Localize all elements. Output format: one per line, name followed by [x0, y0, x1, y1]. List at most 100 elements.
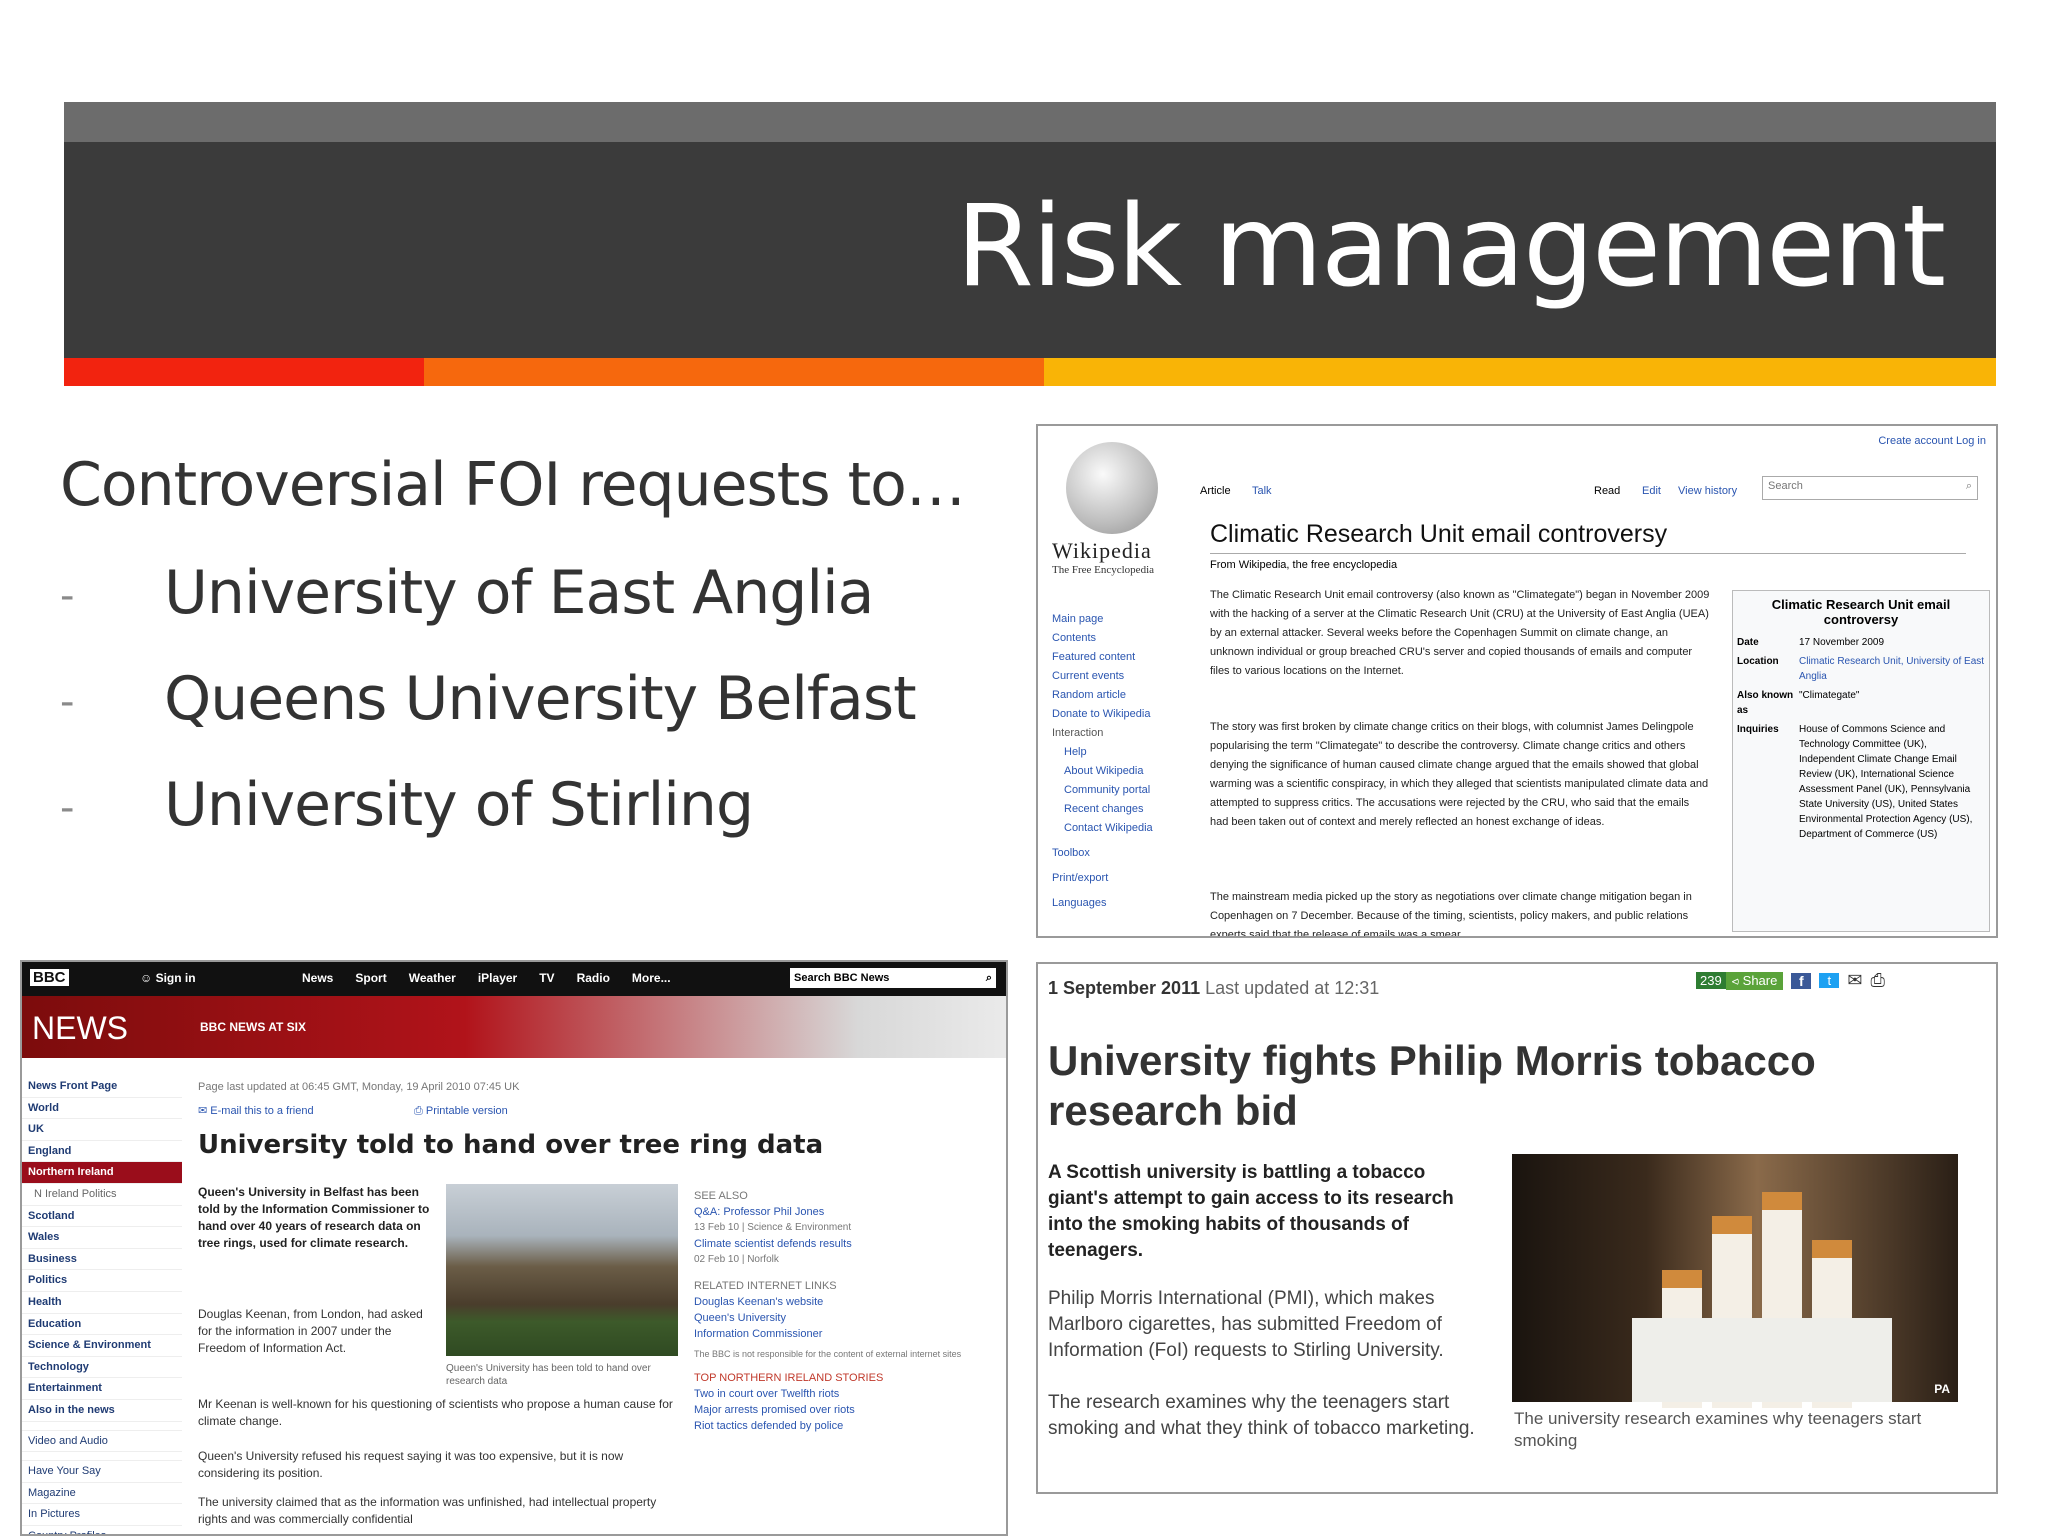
nav-about[interactable]: About Wikipedia: [1052, 762, 1170, 781]
nav-random[interactable]: Random article: [1052, 686, 1170, 705]
account-links[interactable]: Create account Log in: [1878, 434, 1986, 448]
nav-contents[interactable]: Contents: [1052, 629, 1170, 648]
side-nav-item[interactable]: News Front Page: [22, 1076, 182, 1098]
bbc-paragraph: Mr Keenan is well-known for his question…: [198, 1397, 673, 1428]
side-nav-item-selected[interactable]: Northern Ireland: [22, 1162, 182, 1184]
title-banner: Risk management: [64, 142, 1996, 358]
side-nav-item[interactable]: Video and Audio: [22, 1431, 182, 1453]
action-view-history[interactable]: View history: [1678, 484, 1737, 498]
article-paragraph: The Climatic Research Unit email controv…: [1210, 589, 1710, 677]
bullet-dash: -: [60, 573, 74, 620]
share-toolbar: 239 ⪦ Share f t ✉ ⎙: [1696, 970, 1885, 991]
wiki-search-input[interactable]: Search ⌕: [1762, 476, 1978, 500]
side-nav-item[interactable]: Scotland: [22, 1206, 182, 1228]
logo-tagline: The Free Encyclopedia: [1052, 564, 1155, 576]
nav-contact[interactable]: Contact Wikipedia: [1052, 819, 1170, 838]
side-nav-item[interactable]: Science & Environment: [22, 1335, 182, 1357]
facebook-icon[interactable]: f: [1791, 972, 1812, 989]
article-lead: A Scottish university is battling a toba…: [1048, 1162, 1454, 1261]
bullet-item: - Queens University Belfast: [60, 664, 917, 734]
nav-toolbox[interactable]: Toolbox: [1052, 844, 1170, 863]
email-link[interactable]: ✉ E-mail this to a friend: [198, 1104, 314, 1118]
infobox-title: Climatic Research Unit email controversy: [1771, 597, 1951, 627]
side-nav-item[interactable]: Technology: [22, 1357, 182, 1379]
top-story-link[interactable]: Riot tactics defended by police: [694, 1418, 994, 1434]
bbc-search-input[interactable]: Search BBC News ⌕: [790, 968, 996, 988]
news-section-label[interactable]: NEWS: [32, 1010, 128, 1047]
wikipedia-logo[interactable]: Wikipedia The Free Encyclopedia: [1052, 442, 1172, 576]
nav-iplayer[interactable]: iPlayer: [478, 971, 517, 985]
bbc-side-nav: News Front Page World UK England Norther…: [22, 1076, 182, 1534]
side-nav-item[interactable]: England: [22, 1141, 182, 1163]
article-paragraph: The story was first broken by climate ch…: [1210, 721, 1709, 828]
share-button[interactable]: ⪦ Share: [1725, 971, 1784, 990]
top-story-link[interactable]: Major arrests promised over riots: [694, 1402, 994, 1418]
article-paragraph: Philip Morris International (PMI), which…: [1048, 1288, 1444, 1361]
nav-help[interactable]: Help: [1052, 743, 1170, 762]
side-nav-item[interactable]: Entertainment: [22, 1378, 182, 1400]
nav-main-page[interactable]: Main page: [1052, 610, 1170, 629]
article-headline: University fights Philip Morris tobacco …: [1048, 1037, 1816, 1134]
nav-print-export[interactable]: Print/export: [1052, 869, 1170, 888]
side-nav-item[interactable]: Country Profiles: [22, 1526, 182, 1534]
action-read[interactable]: Read: [1594, 484, 1620, 498]
nav-news[interactable]: News: [302, 971, 333, 985]
action-edit[interactable]: Edit: [1642, 484, 1661, 498]
search-placeholder: Search: [1768, 480, 1803, 492]
related-link[interactable]: Information Commissioner: [694, 1326, 994, 1342]
bbc-news-screenshot: BBC ☺ Sign in News Sport Weather iPlayer…: [20, 960, 1008, 1536]
nav-featured[interactable]: Featured content: [1052, 648, 1170, 667]
top-stories-heading: TOP NORTHERN IRELAND STORIES: [694, 1372, 884, 1384]
see-also-box: SEE ALSO Q&A: Professor Phil Jones 13 Fe…: [694, 1188, 994, 1434]
side-nav-item[interactable]: Also in the news: [22, 1400, 182, 1422]
email-icon[interactable]: ✉: [1847, 970, 1862, 991]
banner-top-stripe: [64, 102, 1996, 142]
printer-icon: ⎙: [414, 1105, 426, 1117]
nav-interaction-header[interactable]: Interaction: [1052, 724, 1170, 743]
nav-sport[interactable]: Sport: [355, 971, 386, 985]
twitter-icon[interactable]: t: [1819, 973, 1840, 988]
nav-more[interactable]: More...: [632, 971, 671, 985]
nav-weather[interactable]: Weather: [409, 971, 456, 985]
side-nav-item[interactable]: World: [22, 1098, 182, 1120]
bbc-paragraph: Queen's University refused his request s…: [198, 1449, 624, 1480]
related-link[interactable]: Queen's University: [694, 1310, 994, 1326]
nav-community[interactable]: Community portal: [1052, 781, 1170, 800]
puzzle-globe-icon: [1066, 442, 1158, 534]
user-icon: ☺: [140, 971, 156, 985]
nav-current-events[interactable]: Current events: [1052, 667, 1170, 686]
side-nav-item[interactable]: Health: [22, 1292, 182, 1314]
side-nav-item[interactable]: N Ireland Politics: [22, 1184, 182, 1206]
nav-radio[interactable]: Radio: [577, 971, 610, 985]
see-also-link[interactable]: Climate scientist defends results: [694, 1236, 994, 1252]
tab-article[interactable]: Article: [1200, 484, 1231, 498]
nav-languages[interactable]: Languages: [1052, 894, 1170, 913]
side-nav-item[interactable]: In Pictures: [22, 1504, 182, 1526]
tab-talk[interactable]: Talk: [1252, 484, 1272, 498]
share-icon: ⪦: [1731, 972, 1743, 988]
side-nav-item[interactable]: Business: [22, 1249, 182, 1271]
nav-recent-changes[interactable]: Recent changes: [1052, 800, 1170, 819]
printable-link[interactable]: ⎙ Printable version: [414, 1104, 508, 1118]
side-nav-item[interactable]: Politics: [22, 1270, 182, 1292]
side-nav-item[interactable]: Magazine: [22, 1483, 182, 1505]
side-nav-item[interactable]: Have Your Say: [22, 1461, 182, 1483]
logo-wordmark: Wikipedia: [1052, 538, 1152, 563]
side-nav-item[interactable]: Wales: [22, 1227, 182, 1249]
bbc-logo[interactable]: BBC: [30, 969, 69, 986]
photo-caption: The university research examines why tee…: [1514, 1409, 1922, 1450]
top-story-link[interactable]: Two in court over Twelfth riots: [694, 1386, 994, 1402]
related-link[interactable]: Douglas Keenan's website: [694, 1294, 994, 1310]
search-icon[interactable]: ⌕: [986, 968, 996, 988]
photo-credit: PA: [1934, 1382, 1950, 1396]
castle-photo: [446, 1184, 678, 1356]
nav-tv[interactable]: TV: [539, 971, 554, 985]
side-nav-item[interactable]: Education: [22, 1314, 182, 1336]
print-icon[interactable]: ⎙: [1870, 970, 1884, 991]
see-also-link[interactable]: Q&A: Professor Phil Jones: [694, 1204, 994, 1220]
side-nav-item[interactable]: UK: [22, 1119, 182, 1141]
search-icon[interactable]: ⌕: [1966, 480, 1972, 493]
sign-in-link[interactable]: ☺ Sign in: [140, 971, 196, 985]
nav-donate[interactable]: Donate to Wikipedia: [1052, 705, 1170, 724]
sidebar-nav: Main page Contents Featured content Curr…: [1052, 610, 1170, 913]
